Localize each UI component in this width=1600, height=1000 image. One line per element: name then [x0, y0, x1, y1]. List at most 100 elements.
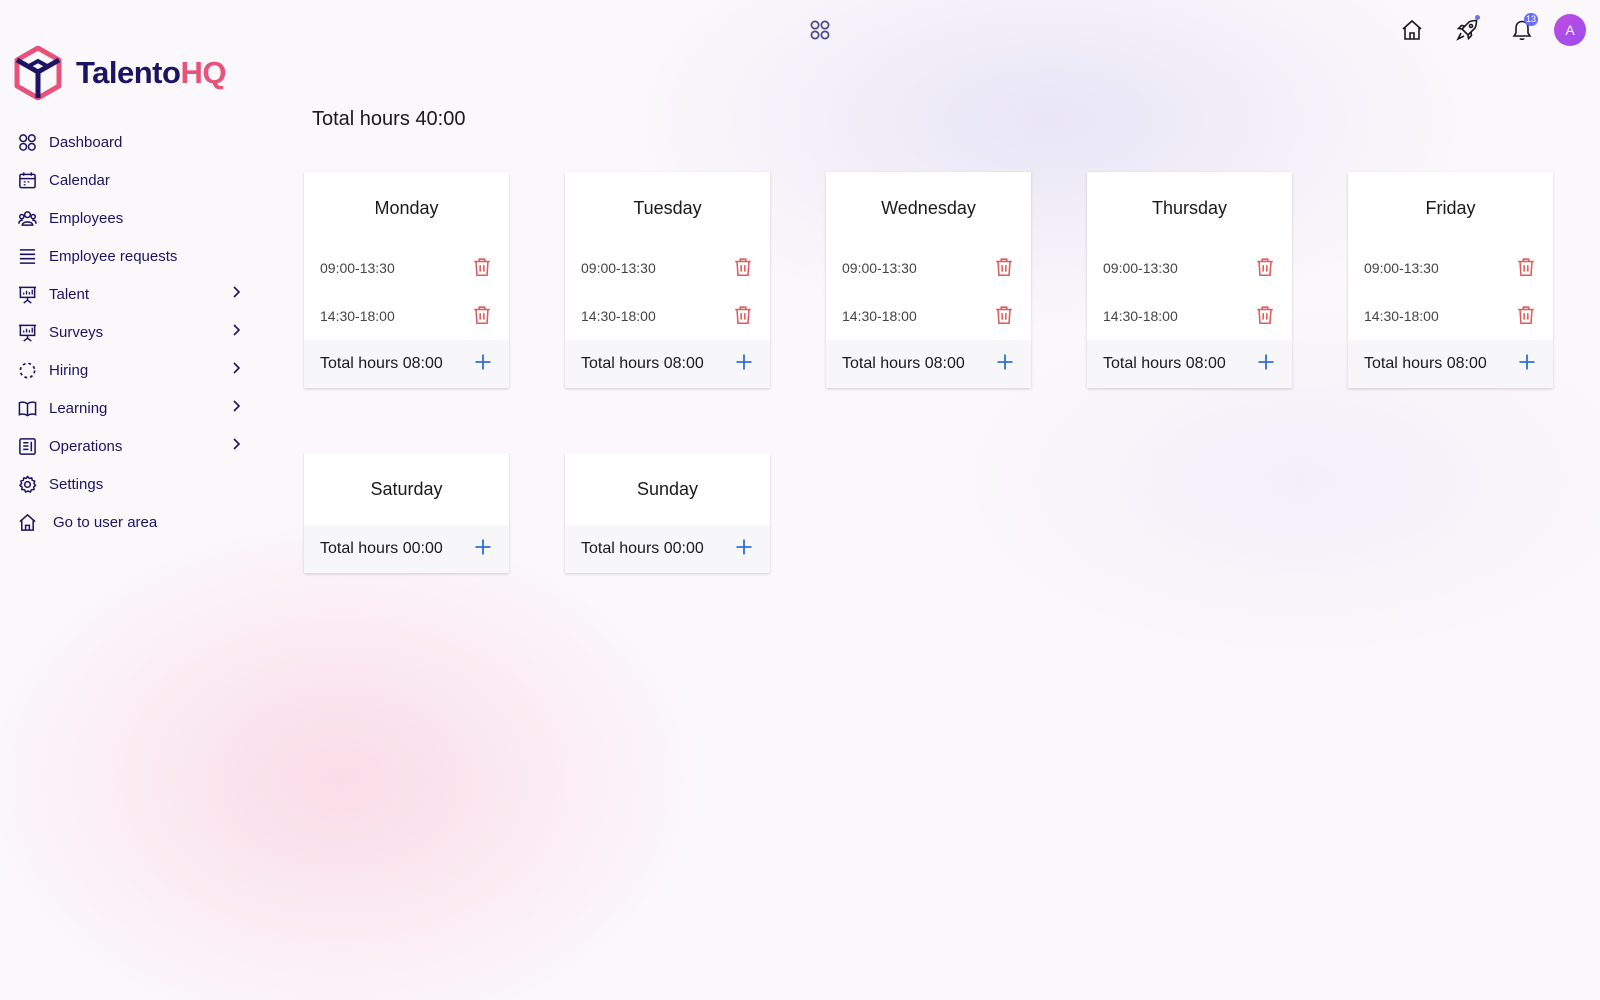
sidebar-item-employee-requests[interactable]: Employee requests	[16, 239, 244, 273]
day-card-wednesday: Wednesday 09:00-13:30 14:30-18:00 Total …	[826, 172, 1031, 388]
sidebar-item-label: Operations	[49, 437, 123, 455]
sidebar-item-learning[interactable]: Learning	[16, 391, 244, 425]
day-name: Monday	[374, 197, 439, 218]
sidebar-item-operations[interactable]: Operations	[16, 429, 244, 463]
time-slot-range: 09:00-13:30	[842, 260, 917, 276]
day-name: Thursday	[1151, 197, 1228, 218]
day-total-row: Total hours 00:00	[304, 525, 509, 573]
brand-logo[interactable]: TalentoHQ	[14, 46, 226, 100]
rocket-indicator-dot	[1475, 15, 1480, 20]
notifications-button[interactable]: 13	[1504, 12, 1540, 48]
trash-icon[interactable]	[471, 256, 493, 281]
add-slot-icon[interactable]	[995, 352, 1015, 377]
sidebar-item-label: Talent	[49, 285, 90, 303]
dashed-circle-icon	[16, 359, 38, 381]
trash-icon[interactable]	[471, 304, 493, 329]
sidebar-item-surveys[interactable]: Surveys	[16, 315, 244, 349]
day-total-row: Total hours 00:00	[565, 525, 770, 573]
week-total-hours: Total hours 40:00	[312, 108, 466, 130]
presentation-icon	[16, 321, 38, 343]
presentation-icon	[16, 283, 38, 305]
brand-name: TalentoHQ	[76, 55, 226, 91]
day-card-tuesday: Tuesday 09:00-13:30 14:30-18:00 Total ho…	[565, 172, 770, 388]
rocket-button[interactable]	[1449, 12, 1485, 48]
sidebar-item-label: Settings	[49, 475, 104, 493]
sidebar-item-label: Calendar	[49, 171, 110, 189]
day-total-row: Total hours 08:00	[565, 340, 770, 388]
trash-icon[interactable]	[1515, 304, 1537, 329]
sidebar-item-go-to-user-area[interactable]: Go to user area	[16, 505, 244, 539]
chevron-right-icon	[228, 360, 244, 380]
book-icon	[16, 397, 38, 419]
time-slot-range: 09:00-13:30	[1364, 260, 1439, 276]
chevron-right-icon	[228, 436, 244, 456]
day-name: Wednesday	[881, 197, 976, 218]
brand-name-part1: Talento	[76, 55, 181, 90]
sidebar-item-hiring[interactable]: Hiring	[16, 353, 244, 387]
add-slot-icon[interactable]	[1256, 352, 1276, 377]
employees-icon	[16, 207, 38, 229]
sidebar-item-settings[interactable]: Settings	[16, 467, 244, 501]
trash-icon[interactable]	[732, 256, 754, 281]
day-total-hours: Total hours 00:00	[320, 540, 443, 557]
add-slot-icon[interactable]	[734, 352, 754, 377]
add-slot-icon[interactable]	[473, 537, 493, 562]
home-icon	[1402, 19, 1422, 40]
calendar-icon	[16, 169, 38, 191]
time-slot-range: 14:30-18:00	[1103, 308, 1178, 324]
day-card-thursday: Thursday 09:00-13:30 14:30-18:00 Total h…	[1087, 172, 1292, 388]
time-slot: 14:30-18:00	[1348, 292, 1553, 340]
sidebar-item-calendar[interactable]: Calendar	[16, 163, 244, 197]
document-icon	[16, 435, 38, 457]
add-slot-icon[interactable]	[1517, 352, 1537, 377]
sidebar-item-label: Employees	[49, 209, 124, 227]
time-slot: 14:30-18:00	[565, 292, 770, 340]
day-name: Sunday	[636, 478, 699, 499]
sidebar-item-employees[interactable]: Employees	[16, 201, 244, 235]
day-total-row: Total hours 08:00	[826, 340, 1031, 388]
add-slot-icon[interactable]	[734, 537, 754, 562]
sidebar-item-label: Surveys	[49, 323, 104, 341]
add-slot-icon[interactable]	[473, 352, 493, 377]
time-slot: 14:30-18:00	[304, 292, 509, 340]
time-slot-range: 09:00-13:30	[320, 260, 395, 276]
home-icon	[16, 511, 38, 533]
sidebar-item-talent[interactable]: Talent	[16, 277, 244, 311]
rocket-icon	[1456, 19, 1478, 41]
sidebar-item-label: Employee requests	[49, 247, 178, 265]
time-slot: 14:30-18:00	[1087, 292, 1292, 340]
trash-icon[interactable]	[1254, 256, 1276, 281]
day-total-hours: Total hours 08:00	[320, 355, 443, 372]
day-total-row: Total hours 08:00	[1348, 340, 1553, 388]
sidebar-item-label: Go to user area	[53, 513, 158, 531]
sidebar-item-label: Hiring	[49, 361, 89, 379]
home-button[interactable]	[1394, 12, 1430, 48]
list-icon	[16, 245, 38, 267]
sidebar-item-label: Learning	[49, 399, 108, 417]
day-card-friday: Friday 09:00-13:30 14:30-18:00 Total hou…	[1348, 172, 1553, 388]
apps-grid-button[interactable]	[809, 19, 831, 41]
chevron-right-icon	[228, 284, 244, 304]
topbar-actions: 13 A	[1375, 12, 1586, 48]
sidebar: TalentoHQ Dashboard Calendar Employees E…	[0, 0, 260, 1000]
trash-icon[interactable]	[732, 304, 754, 329]
time-slot-range: 14:30-18:00	[320, 308, 395, 324]
time-slot-range: 09:00-13:30	[1103, 260, 1178, 276]
trash-icon[interactable]	[993, 304, 1015, 329]
day-total-hours: Total hours 08:00	[581, 355, 704, 372]
day-total-hours: Total hours 08:00	[1103, 355, 1226, 372]
trash-icon[interactable]	[1254, 304, 1276, 329]
sidebar-item-dashboard[interactable]: Dashboard	[16, 125, 244, 159]
time-slot-range: 14:30-18:00	[581, 308, 656, 324]
day-name: Saturday	[370, 478, 443, 499]
day-total-hours: Total hours 00:00	[581, 540, 704, 557]
day-total-row: Total hours 08:00	[304, 340, 509, 388]
day-total-hours: Total hours 08:00	[1364, 355, 1487, 372]
time-slot-range: 14:30-18:00	[842, 308, 917, 324]
trash-icon[interactable]	[993, 256, 1015, 281]
day-name: Friday	[1425, 197, 1476, 218]
avatar[interactable]: A	[1554, 14, 1586, 46]
sidebar-item-label: Dashboard	[49, 133, 123, 151]
trash-icon[interactable]	[1515, 256, 1537, 281]
notification-count-badge: 13	[1523, 13, 1538, 26]
